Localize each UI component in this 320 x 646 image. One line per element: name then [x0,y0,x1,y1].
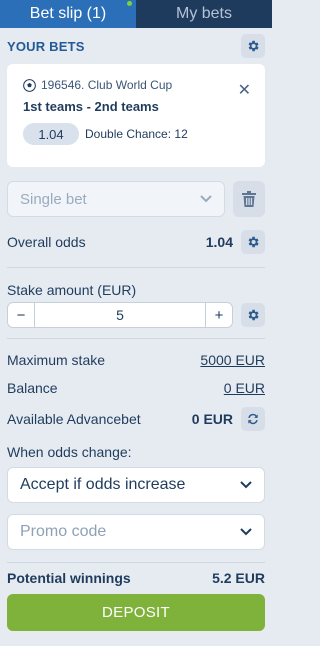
promo-code-placeholder: Promo code [20,523,107,540]
winnings-row: Potential winnings 5.2 EUR [0,566,272,590]
your-bets-title: YOUR BETS [7,38,85,54]
divider [7,338,265,339]
stake-label: Stake amount (EUR) [7,282,137,298]
bet-event-row: 196546. Club World Cup [23,78,255,92]
chevron-down-icon [240,481,252,489]
bet-event: 196546. Club World Cup [41,78,173,92]
overall-odds-value-group: 1.04 [206,230,265,254]
stake-increase-button[interactable]: + [206,303,232,327]
delete-bets-button[interactable] [233,181,265,217]
odds-change-value: Accept if odds increase [20,476,186,493]
odds-change-label: When odds change: [7,444,132,460]
advancebet-label: Available Advancebet [7,411,141,427]
advancebet-value-group: 0 EUR [192,407,265,431]
bet-teams: 1st teams - 2nd teams [23,99,159,114]
promo-code-select[interactable]: Promo code [7,514,265,550]
overall-odds-row: Overall odds 1.04 [0,217,272,267]
odds-change-select[interactable]: Accept if odds increase [7,467,265,503]
advancebet-value: 0 EUR [191,411,233,427]
bet-type-row: Single bet [0,181,272,217]
your-bets-header: YOUR BETS [0,28,272,64]
notification-dot [127,1,132,6]
bet-type-select-value: Single bet [20,190,87,208]
deposit-button[interactable]: DEPOSIT [7,594,265,631]
winnings-value: 5.2 EUR [212,570,265,586]
divider [7,562,265,563]
bet-details-row: 1.04 Double Chance: 12 [23,123,255,145]
odds-settings-button[interactable] [241,230,265,254]
gear-icon [248,40,259,52]
refresh-button[interactable] [241,407,265,431]
bet-type-select[interactable]: Single bet [7,181,225,217]
bet-type: Double Chance: 12 [85,127,188,141]
balance-row: Balance 0 EUR [0,375,272,401]
balance-label: Balance [7,380,58,396]
max-stake-row: Maximum stake 5000 EUR [0,345,272,375]
chevron-down-icon [240,528,252,536]
trash-icon [242,191,256,207]
stake-row: − 5 + [0,302,272,328]
stake-input[interactable]: 5 [34,303,206,327]
tab-bet-slip[interactable]: Bet slip (1) [0,0,136,28]
bet-card: 196546. Club World Cup ✕ 1st teams - 2nd… [7,64,265,167]
soccer-ball-icon [23,78,36,92]
tab-my-bets[interactable]: My bets [136,0,272,28]
close-icon[interactable]: ✕ [238,80,251,100]
overall-odds-value: 1.04 [205,234,233,250]
stake-settings-button[interactable] [241,303,265,327]
max-stake-label: Maximum stake [7,352,106,368]
bet-odds: 1.04 [23,123,79,145]
stake-label-row: Stake amount (EUR) [0,268,272,302]
tab-my-bets-label: My bets [175,5,232,22]
settings-button[interactable] [241,34,265,58]
max-stake-link[interactable]: 5000 EUR [200,352,265,368]
gear-icon [248,236,259,248]
refresh-icon [248,413,258,425]
stake-decrease-button[interactable]: − [8,303,34,327]
winnings-label: Potential winnings [7,570,131,586]
balance-link[interactable]: 0 EUR [224,380,265,396]
stake-stepper: − 5 + [7,302,233,328]
gear-icon [248,309,259,321]
overall-odds-label: Overall odds [7,234,86,250]
tab-bet-slip-label: Bet slip (1) [29,5,107,22]
chevron-down-icon [200,195,212,203]
odds-change-label-row: When odds change: [0,437,272,467]
advancebet-row: Available Advancebet 0 EUR [0,401,272,437]
tab-bar: Bet slip (1) My bets [0,0,272,28]
